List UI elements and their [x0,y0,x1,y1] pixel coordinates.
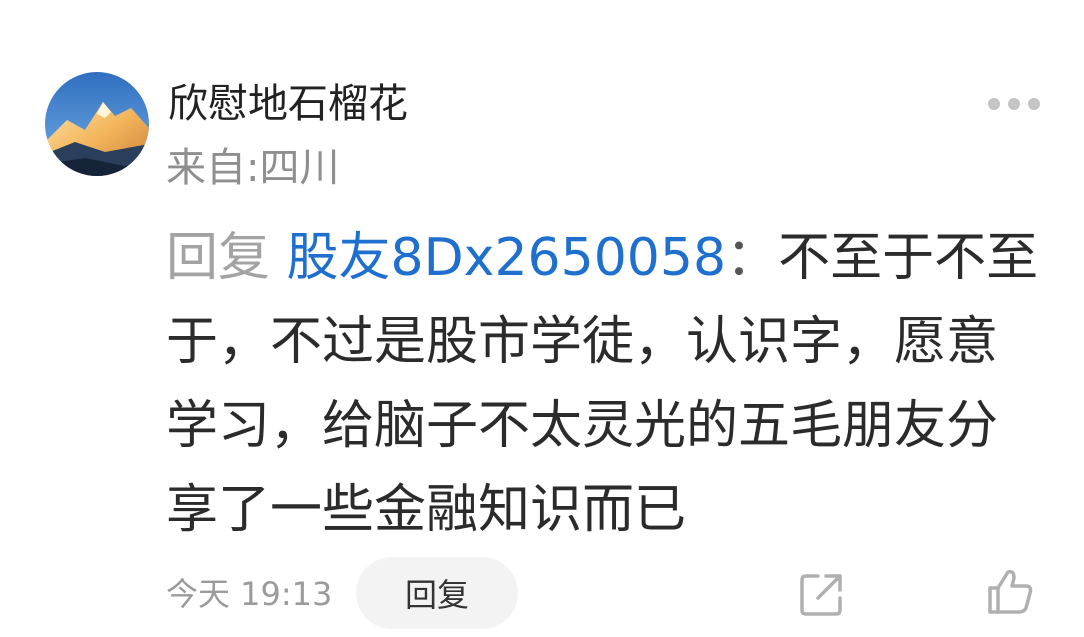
more-options-button[interactable] [988,90,1040,118]
avatar[interactable] [45,72,149,176]
more-dots-icon [1008,98,1020,110]
share-icon [800,574,842,616]
username[interactable]: 欣慰地石榴花 [168,78,408,130]
more-dots-icon [988,98,1000,110]
reply-button[interactable]: 回复 [356,557,518,629]
reply-separator: ： [726,228,779,288]
user-location: 来自:四川 [166,145,340,191]
comment-timestamp: 今天 19:13 [166,575,333,613]
reply-prefix: 回复 [166,228,271,288]
mentioned-user-link[interactable]: 股友8Dx2650058 [287,228,727,288]
like-button[interactable] [984,566,1036,618]
mountain-avatar-image [45,72,149,176]
thumbs-up-icon [988,569,1033,614]
share-button[interactable] [798,570,846,618]
comment-body: 回复 股友8Dx2650058：不至于不至于，不过是股市学徒，认识字，愿意学习，… [166,216,1046,552]
more-dots-icon [1028,98,1040,110]
